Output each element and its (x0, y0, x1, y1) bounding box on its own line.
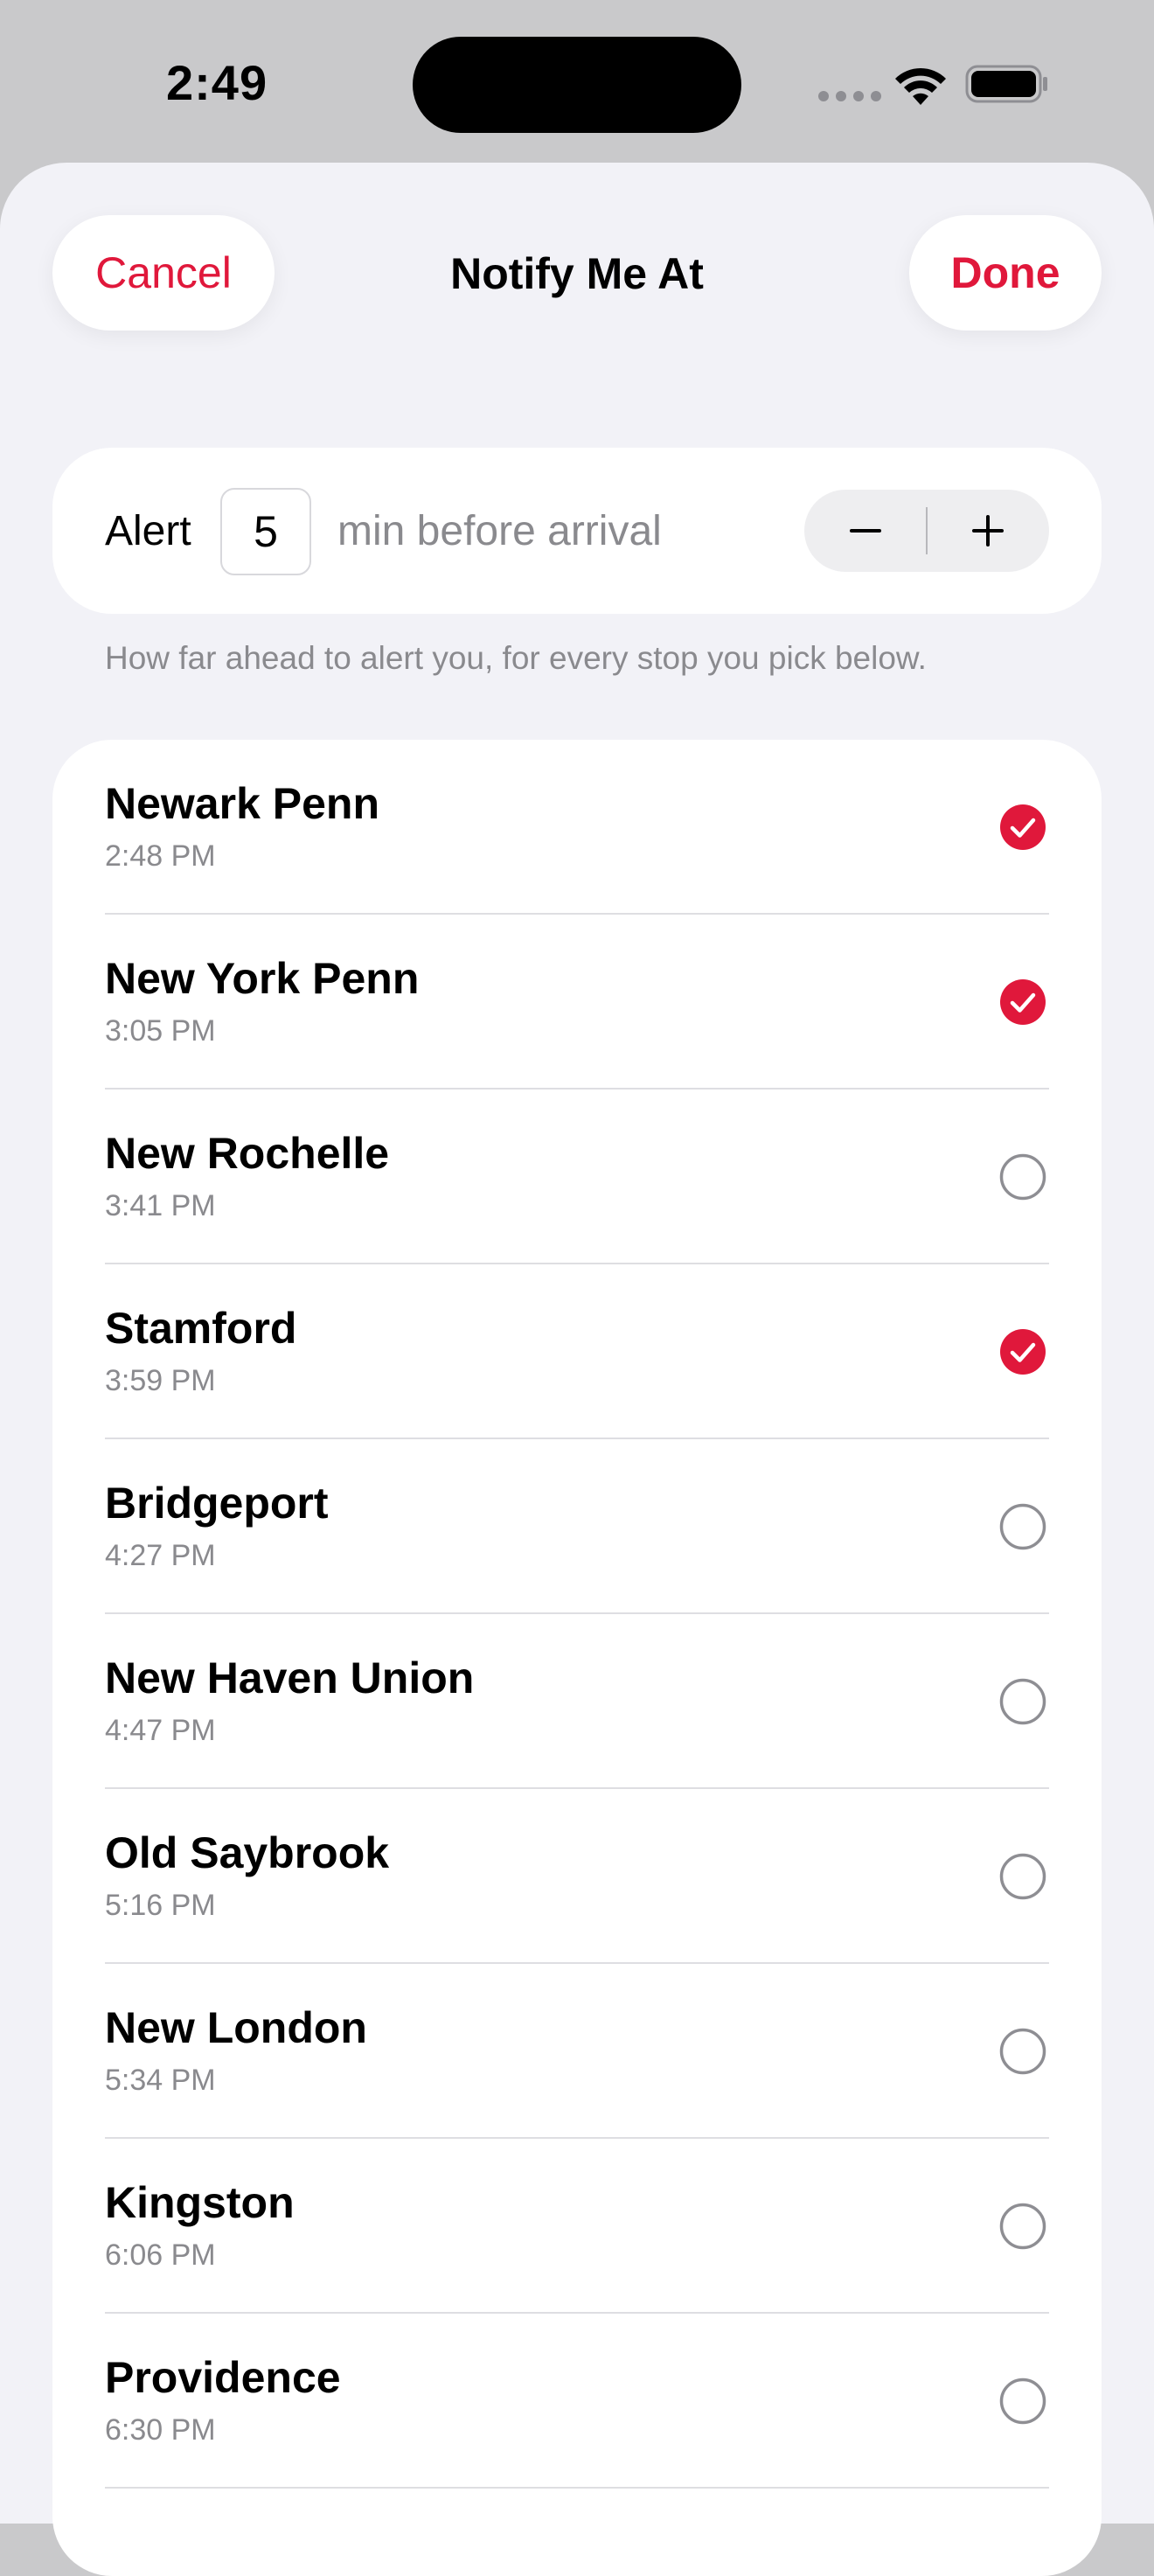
stops-list: Newark Penn 2:48 PM New York Penn 3:05 PM Ne… (52, 740, 1102, 2576)
dynamic-island (413, 37, 741, 133)
stop-name: Old Saybrook (105, 1828, 390, 1877)
status-bar: 2:49 (0, 0, 1154, 163)
stop-time: 2:48 PM (105, 839, 216, 873)
stop-time: 5:16 PM (105, 1889, 216, 1922)
empty-circle-icon[interactable] (998, 1152, 1047, 1201)
stop-name: Kingston (105, 2178, 295, 2227)
stop-name: Providence (105, 2353, 341, 2402)
stop-name: Stamford (105, 1304, 297, 1353)
alert-suffix-label: min before arrival (337, 508, 662, 554)
stop-name: New York Penn (105, 954, 420, 1003)
stop-time: 3:05 PM (105, 1014, 216, 1048)
stop-time: 6:06 PM (105, 2238, 216, 2272)
plus-icon (972, 515, 1004, 547)
wifi-icon (895, 67, 946, 105)
alert-helper-text: How far ahead to alert you, for every st… (105, 640, 927, 676)
status-time: 2:49 (166, 55, 268, 110)
empty-circle-icon[interactable] (998, 2377, 1047, 2426)
decrement-button[interactable] (804, 490, 927, 572)
empty-circle-icon[interactable] (998, 2027, 1047, 2076)
checkmark-circle-filled-icon[interactable] (998, 1327, 1047, 1376)
stop-time: 3:59 PM (105, 1364, 216, 1397)
stop-name: New Rochelle (105, 1129, 390, 1178)
empty-circle-icon[interactable] (998, 1502, 1047, 1551)
stop-row[interactable]: Old Saybrook 5:16 PM (52, 1789, 1102, 1964)
stop-row[interactable]: New London 5:34 PM (52, 1964, 1102, 2139)
stop-row[interactable]: New York Penn 3:05 PM (52, 915, 1102, 1090)
row-divider (105, 2487, 1049, 2489)
stop-time: 5:34 PM (105, 2064, 216, 2097)
empty-circle-icon[interactable] (998, 1677, 1047, 1726)
stop-time: 4:47 PM (105, 1714, 216, 1747)
stop-row[interactable]: Bridgeport 4:27 PM (52, 1439, 1102, 1614)
increment-button[interactable] (927, 490, 1049, 572)
cellular-signal-icon (818, 91, 881, 101)
stop-name: Bridgeport (105, 1479, 329, 1528)
alert-minutes-field[interactable]: 5 (220, 488, 311, 575)
minutes-stepper (804, 490, 1049, 572)
minus-icon (850, 529, 881, 533)
stop-name: Newark Penn (105, 779, 380, 828)
stop-time: 6:30 PM (105, 2413, 216, 2447)
stop-row[interactable]: New Haven Union 4:47 PM (52, 1614, 1102, 1789)
stop-name: New London (105, 2003, 367, 2052)
checkmark-circle-filled-icon[interactable] (998, 803, 1047, 852)
battery-icon (965, 65, 1047, 103)
stop-row[interactable]: Newark Penn 2:48 PM (52, 740, 1102, 915)
alert-settings-card: Alert 5 min before arrival (52, 448, 1102, 614)
stop-time: 3:41 PM (105, 1189, 216, 1222)
notify-sheet: Cancel Notify Me At Done Alert 5 min bef… (0, 163, 1154, 2576)
empty-circle-icon[interactable] (998, 1852, 1047, 1901)
stop-row[interactable]: Stamford 3:59 PM (52, 1264, 1102, 1439)
stop-time: 4:27 PM (105, 1539, 216, 1572)
stop-row[interactable]: Providence 6:30 PM (52, 2314, 1102, 2489)
stop-row[interactable]: New Rochelle 3:41 PM (52, 1090, 1102, 1264)
done-button[interactable]: Done (909, 215, 1102, 331)
alert-label: Alert (105, 508, 191, 554)
empty-circle-icon[interactable] (998, 2202, 1047, 2251)
stop-name: New Haven Union (105, 1654, 475, 1702)
stop-row[interactable]: Kingston 6:06 PM (52, 2139, 1102, 2314)
checkmark-circle-filled-icon[interactable] (998, 978, 1047, 1027)
